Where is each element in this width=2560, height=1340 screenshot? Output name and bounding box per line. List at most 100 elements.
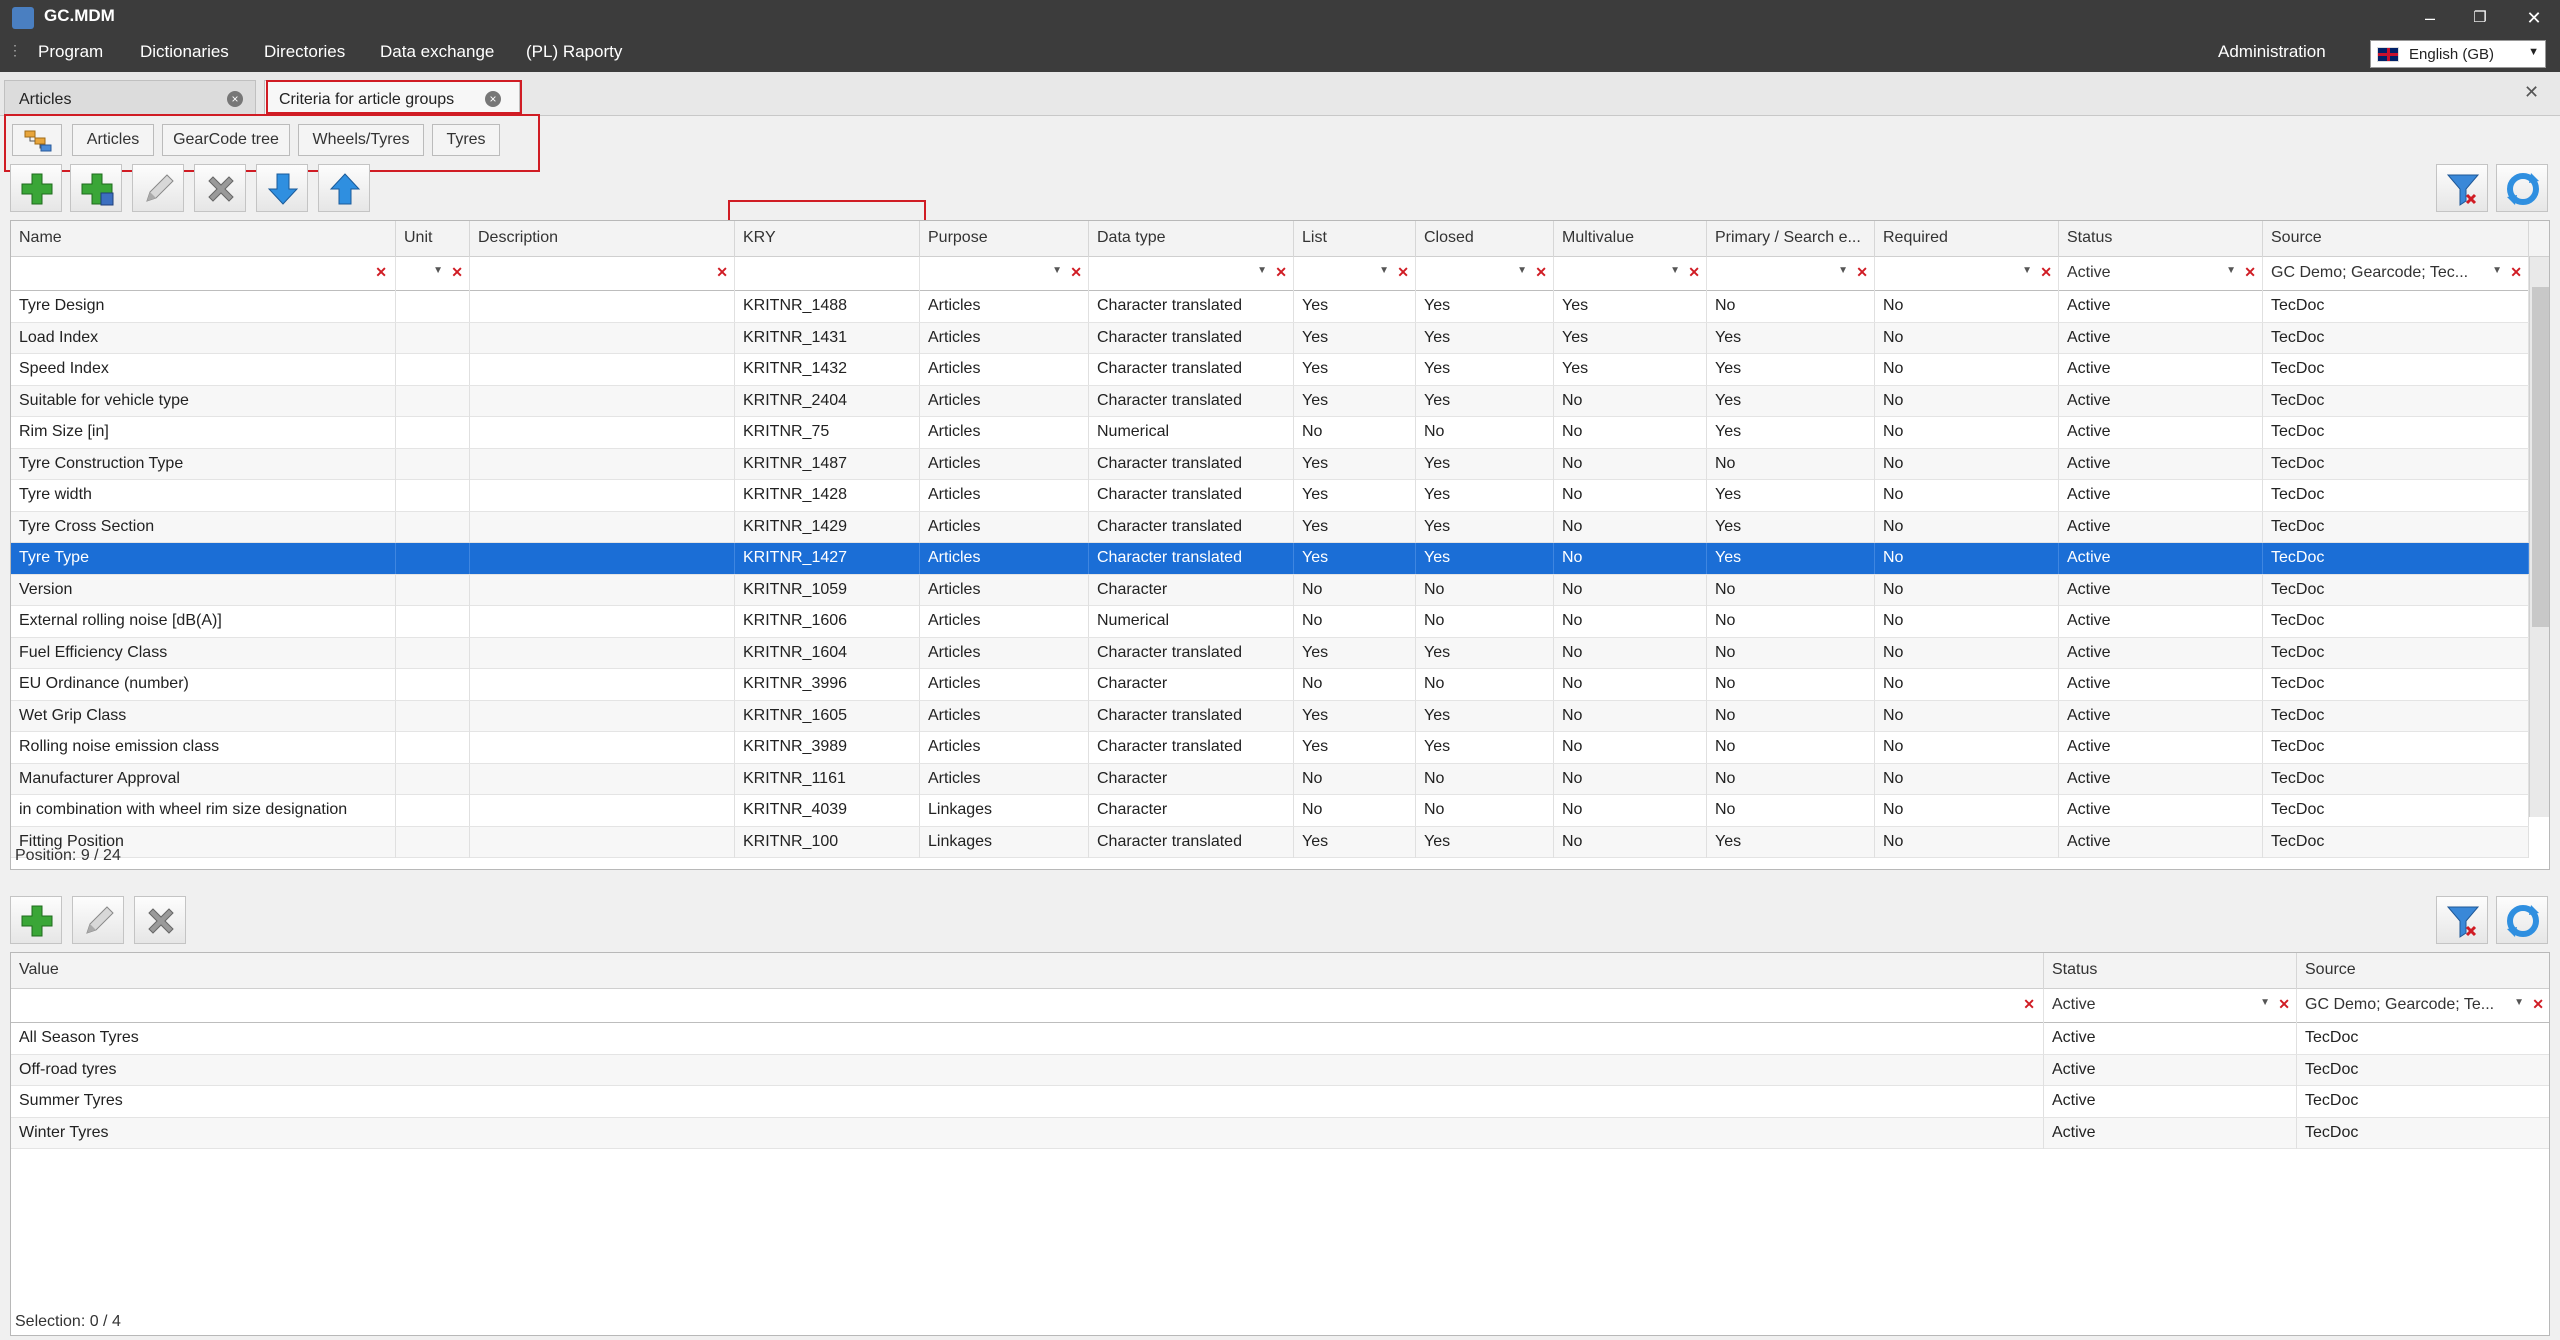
clear-filter-x-icon[interactable]: ✕ [1275,264,1287,281]
filter-value[interactable]: ✕ [11,989,2044,1023]
column-header-list[interactable]: List [1294,221,1416,257]
cell-data-type[interactable]: Character translated [1089,732,1294,763]
cell-unit[interactable] [396,574,470,606]
filter-required[interactable]: ▼ ✕ [1875,257,2059,291]
column-header-source[interactable]: Source [2297,953,2549,989]
cell-kry[interactable]: KRITNR_1606 [735,606,920,637]
cell-required[interactable]: No [1875,732,2059,763]
cell-name[interactable]: Wet Grip Class [11,700,396,732]
table-row[interactable]: Fitting Position KRITNR_100 Linkages Charac… [11,826,2529,858]
column-header-multivalue[interactable]: Multivalue [1554,221,1707,257]
cell-name[interactable]: Rolling noise emission class [11,732,396,763]
cell-source[interactable]: TecDoc [2263,763,2529,795]
cell-unit[interactable] [396,826,470,858]
value-clear-filter-button[interactable] [2436,896,2488,944]
cell-status[interactable]: Active [2059,637,2263,669]
cell-status[interactable]: Active [2044,1023,2297,1054]
cell-required[interactable]: No [1875,763,2059,795]
table-row[interactable]: Winter Tyres Active TecDoc [11,1117,2549,1149]
cell-description[interactable] [470,637,735,669]
cell-status[interactable]: Active [2044,1054,2297,1086]
cell-primary-search[interactable]: Yes [1707,480,1875,511]
cell-data-type[interactable]: Character translated [1089,511,1294,543]
column-header-source[interactable]: Source [2263,221,2529,257]
cell-purpose[interactable]: Articles [920,385,1089,417]
cell-status[interactable]: Active [2059,354,2263,385]
cell-required[interactable]: No [1875,826,2059,858]
cell-primary-search[interactable]: No [1707,291,1875,322]
cell-required[interactable]: No [1875,448,2059,480]
cell-kry[interactable]: KRITNR_3989 [735,732,920,763]
cell-description[interactable] [470,574,735,606]
filter-purpose[interactable]: ▼ ✕ [920,257,1089,291]
cell-kry[interactable]: KRITNR_1488 [735,291,920,322]
table-row[interactable]: Rim Size [in] KRITNR_75 Articles Numerical N… [11,417,2529,449]
table-row[interactable]: EU Ordinance (number) KRITNR_3996 Articles… [11,669,2529,701]
cell-primary-search[interactable]: No [1707,574,1875,606]
cell-source[interactable]: TecDoc [2263,574,2529,606]
cell-name[interactable]: Tyre width [11,480,396,511]
cell-unit[interactable] [396,354,470,385]
cell-primary-search[interactable]: No [1707,700,1875,732]
cell-primary-search[interactable]: Yes [1707,322,1875,354]
table-row[interactable]: Manufacturer Approval KRITNR_1161 Articles… [11,763,2529,795]
cell-unit[interactable] [396,669,470,700]
cell-status[interactable]: Active [2059,417,2263,448]
filter-name[interactable]: ✕ [11,257,396,291]
cell-data-type[interactable]: Character translated [1089,700,1294,732]
clear-filter-x-icon[interactable]: ✕ [716,264,728,281]
subtab-tyres[interactable]: Tyres [432,124,500,156]
cell-closed[interactable]: Yes [1416,385,1554,417]
cell-data-type[interactable]: Character translated [1089,291,1294,322]
vertical-scrollbar[interactable] [2529,257,2549,817]
clear-filter-x-icon[interactable]: ✕ [451,264,463,281]
menu-pl-raporty[interactable]: (PL) Raporty [526,42,622,62]
cell-source[interactable]: TecDoc [2263,826,2529,858]
cell-data-type[interactable]: Character translated [1089,354,1294,385]
cell-primary-search[interactable]: Yes [1707,511,1875,543]
cell-status[interactable]: Active [2059,574,2263,606]
cell-purpose[interactable]: Articles [920,322,1089,354]
cell-required[interactable]: No [1875,291,2059,322]
cell-name[interactable]: External rolling noise [dB(A)] [11,606,396,637]
cell-required[interactable]: No [1875,354,2059,385]
menu-program[interactable]: Program [38,42,103,62]
column-header-description[interactable]: Description [470,221,735,257]
cell-kry[interactable]: KRITNR_1059 [735,574,920,606]
cell-list[interactable]: Yes [1294,322,1416,354]
cell-multivalue[interactable]: No [1554,669,1707,700]
dropdown-arrow-icon[interactable]: ▼ [1257,265,1267,276]
filter-closed[interactable]: ▼ ✕ [1416,257,1554,291]
table-row[interactable]: Tyre Type KRITNR_1427 Articles Character tr… [11,543,2529,575]
cell-required[interactable]: No [1875,669,2059,700]
cell-source[interactable]: TecDoc [2297,1086,2549,1117]
column-header-name[interactable]: Name [11,221,396,257]
close-tab-icon[interactable]: × [485,91,501,107]
table-row[interactable]: Speed Index KRITNR_1432 Articles Character … [11,354,2529,386]
cell-status[interactable]: Active [2059,826,2263,858]
cell-description[interactable] [470,354,735,385]
menu-directories[interactable]: Directories [264,42,345,62]
dropdown-arrow-icon[interactable]: ▼ [2514,997,2524,1008]
cell-source[interactable]: TecDoc [2263,448,2529,480]
cell-status[interactable]: Active [2044,1086,2297,1117]
clear-filter-x-icon[interactable]: ✕ [1688,264,1700,281]
cell-multivalue[interactable]: Yes [1554,354,1707,385]
cell-closed[interactable]: Yes [1416,291,1554,322]
cell-description[interactable] [470,291,735,322]
cell-kry[interactable]: KRITNR_1427 [735,543,920,574]
cell-data-type[interactable]: Character translated [1089,543,1294,574]
cell-unit[interactable] [396,700,470,732]
dropdown-arrow-icon[interactable]: ▼ [433,265,443,276]
cell-kry[interactable]: KRITNR_1431 [735,322,920,354]
cell-kry[interactable]: KRITNR_1429 [735,511,920,543]
subtab-wheels-tyres[interactable]: Wheels/Tyres [298,124,424,156]
cell-required[interactable]: No [1875,574,2059,606]
menu-administration[interactable]: Administration [2218,42,2326,62]
cell-status[interactable]: Active [2059,543,2263,574]
cell-purpose[interactable]: Articles [920,291,1089,322]
table-row[interactable]: Version KRITNR_1059 Articles Character No No N… [11,574,2529,606]
cell-list[interactable]: Yes [1294,543,1416,574]
cell-source[interactable]: TecDoc [2263,637,2529,669]
table-row[interactable]: Wet Grip Class KRITNR_1605 Articles Charact… [11,700,2529,732]
